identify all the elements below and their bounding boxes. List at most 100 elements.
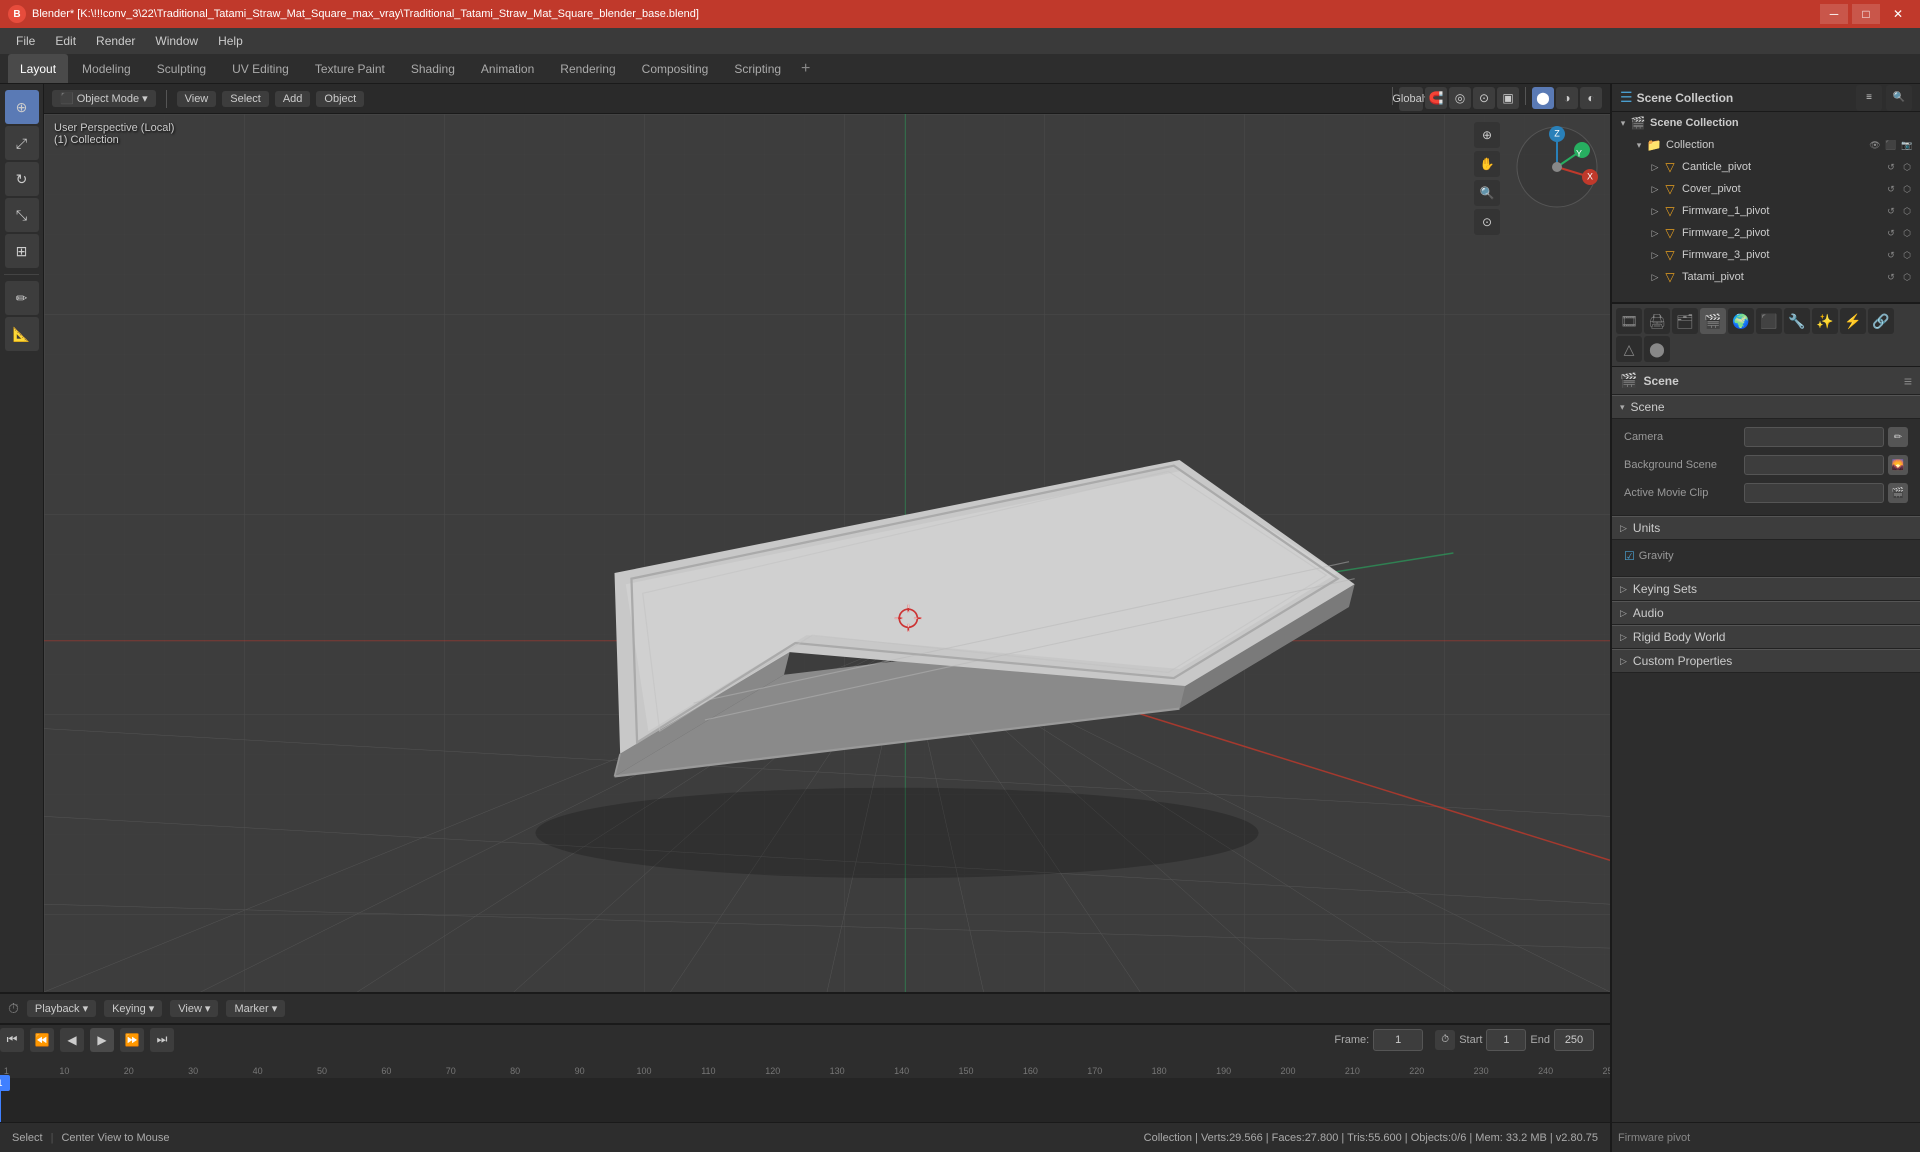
tatami-vis-icon[interactable]: ↺ (1884, 270, 1898, 284)
tab-shading[interactable]: Shading (399, 54, 467, 83)
firmware1-vis-icon[interactable]: ↺ (1884, 204, 1898, 218)
cover-vis-icon[interactable]: ↺ (1884, 182, 1898, 196)
firmware1-toggle[interactable]: ▷ (1648, 204, 1662, 218)
select-menu-button[interactable]: Select (222, 91, 269, 107)
viewport-tool-2[interactable]: ✋ (1474, 151, 1500, 177)
solid-shading-icon[interactable]: ⬤ (1532, 87, 1554, 109)
firmware2-vis-icon[interactable]: ↺ (1884, 226, 1898, 240)
constraints-properties-tab[interactable]: 🔗 (1868, 308, 1894, 334)
prev-keyframe-button[interactable]: ⏪ (30, 1028, 54, 1052)
measure-tool-button[interactable]: 📐 (5, 317, 39, 351)
keying-sets-section-header[interactable]: ▷ Keying Sets (1612, 577, 1920, 601)
collection-render-icon[interactable]: 📷 (1900, 138, 1914, 152)
minimize-button[interactable]: ─ (1820, 4, 1848, 24)
close-button[interactable]: ✕ (1884, 4, 1912, 24)
camera-value-field[interactable] (1744, 427, 1884, 447)
start-frame-input[interactable] (1486, 1029, 1526, 1051)
maximize-button[interactable]: □ (1852, 4, 1880, 24)
outliner-row-firmware3[interactable]: ▷ ▽ Firmware_3_pivot ↺ ⬡ (1612, 244, 1920, 266)
menu-render[interactable]: Render (88, 32, 143, 50)
viewport-tool-1[interactable]: ⊕ (1474, 122, 1500, 148)
add-workspace-button[interactable]: + (795, 60, 816, 78)
camera-edit-icon[interactable]: ✏ (1888, 427, 1908, 447)
viewport-3d[interactable]: ⬛ Object Mode ▾ View Select Add Object G… (44, 84, 1610, 992)
cursor-tool-button[interactable]: ⊕ (5, 90, 39, 124)
object-data-properties-tab[interactable]: △ (1616, 336, 1642, 362)
properties-options-button[interactable]: ≡ (1904, 373, 1912, 389)
firmware2-toggle[interactable]: ▷ (1648, 226, 1662, 240)
proportional-edit-icon[interactable]: ◎ (1449, 87, 1471, 109)
tab-scripting[interactable]: Scripting (722, 54, 793, 83)
tab-layout[interactable]: Layout (8, 54, 68, 83)
outliner-filter-button[interactable]: ≡ (1856, 85, 1882, 111)
xray-icon[interactable]: ▣ (1497, 87, 1519, 109)
rotate-tool-button[interactable]: ↻ (5, 162, 39, 196)
object-properties-tab[interactable]: ⬛ (1756, 308, 1782, 334)
modifier-properties-tab[interactable]: 🔧 (1784, 308, 1810, 334)
add-menu-button[interactable]: Add (275, 91, 311, 107)
snap-icon[interactable]: 🧲 (1425, 87, 1447, 109)
menu-help[interactable]: Help (210, 32, 251, 50)
tab-uv-editing[interactable]: UV Editing (220, 54, 301, 83)
material-preview-icon[interactable]: ◑ (1556, 87, 1578, 109)
physics-properties-tab[interactable]: ⚡ (1840, 308, 1866, 334)
jump-end-button[interactable]: ⏭ (150, 1028, 174, 1052)
menu-window[interactable]: Window (147, 32, 206, 50)
rendered-shading-icon[interactable]: ◐ (1580, 87, 1602, 109)
firmware3-mesh-icon[interactable]: ⬡ (1900, 248, 1914, 262)
viewport-tool-3[interactable]: 🔍 (1474, 180, 1500, 206)
tab-compositing[interactable]: Compositing (630, 54, 721, 83)
menu-edit[interactable]: Edit (47, 32, 84, 50)
scene-properties-tab[interactable]: 🎬 (1700, 308, 1726, 334)
outliner-row-collection[interactable]: ▾ 📁 Collection 👁 ⬛ 📷 (1612, 134, 1920, 156)
marker-menu-button[interactable]: Marker ▾ (226, 1000, 285, 1017)
outliner-search-button[interactable]: 🔍 (1886, 85, 1912, 111)
next-keyframe-button[interactable]: ⏩ (120, 1028, 144, 1052)
outliner-row-cover[interactable]: ▷ ▽ Cover_pivot ↺ ⬡ (1612, 178, 1920, 200)
material-properties-tab[interactable]: ⬤ (1644, 336, 1670, 362)
collection-visibility-icon[interactable]: 👁 (1868, 138, 1882, 152)
playback-menu-button[interactable]: Playback ▾ (27, 1000, 96, 1017)
active-movie-clip-value[interactable] (1744, 483, 1884, 503)
gravity-checkbox[interactable]: ☑ (1624, 549, 1635, 563)
outliner-row-scene-collection[interactable]: ▾ 🎬 Scene Collection (1612, 112, 1920, 134)
annotate-tool-button[interactable]: ✏ (5, 281, 39, 315)
cover-toggle[interactable]: ▷ (1648, 182, 1662, 196)
scene-collection-toggle[interactable]: ▾ (1616, 116, 1630, 130)
view-menu-timeline-button[interactable]: View ▾ (170, 1000, 218, 1017)
end-frame-input[interactable] (1554, 1029, 1594, 1051)
transform-tool-button[interactable]: ⊞ (5, 234, 39, 268)
object-menu-button[interactable]: Object (316, 91, 364, 107)
tatami-mesh-icon[interactable]: ⬡ (1900, 270, 1914, 284)
audio-section-header[interactable]: ▷ Audio (1612, 601, 1920, 625)
play-button[interactable]: ▶ (90, 1028, 114, 1052)
custom-properties-section-header[interactable]: ▷ Custom Properties (1612, 649, 1920, 673)
canticle-vis-icon[interactable]: ↺ (1884, 160, 1898, 174)
firmware3-toggle[interactable]: ▷ (1648, 248, 1662, 262)
jump-start-button[interactable]: ⏮ (0, 1028, 24, 1052)
collection-toggle[interactable]: ▾ (1632, 138, 1646, 152)
outliner-row-canticle[interactable]: ▷ ▽ Canticle_pivot ↺ ⬡ (1612, 156, 1920, 178)
background-scene-icon[interactable]: 🌄 (1888, 455, 1908, 475)
particles-properties-tab[interactable]: ✨ (1812, 308, 1838, 334)
move-tool-button[interactable]: ⤢ (5, 126, 39, 160)
outliner-row-firmware1[interactable]: ▷ ▽ Firmware_1_pivot ↺ ⬡ (1612, 200, 1920, 222)
tab-animation[interactable]: Animation (469, 54, 546, 83)
canticle-toggle[interactable]: ▷ (1648, 160, 1662, 174)
tab-rendering[interactable]: Rendering (548, 54, 627, 83)
canticle-mesh-icon[interactable]: ⬡ (1900, 160, 1914, 174)
outliner-row-firmware2[interactable]: ▷ ▽ Firmware_2_pivot ↺ ⬡ (1612, 222, 1920, 244)
scene-section-header[interactable]: ▾ Scene (1612, 395, 1920, 419)
current-frame-input[interactable] (1373, 1029, 1423, 1051)
tab-sculpting[interactable]: Sculpting (145, 54, 218, 83)
units-section-header[interactable]: ▷ Units (1612, 516, 1920, 540)
navigation-gizmo[interactable]: Y X Z (1512, 122, 1602, 212)
reverse-play-button[interactable]: ◀ (60, 1028, 84, 1052)
output-properties-tab[interactable]: 🖨 (1644, 308, 1670, 334)
rigid-body-world-section-header[interactable]: ▷ Rigid Body World (1612, 625, 1920, 649)
view-layer-properties-tab[interactable]: 🗂 (1672, 308, 1698, 334)
tab-texture-paint[interactable]: Texture Paint (303, 54, 397, 83)
cover-mesh-icon[interactable]: ⬡ (1900, 182, 1914, 196)
view-menu-button[interactable]: View (177, 91, 217, 107)
firmware2-mesh-icon[interactable]: ⬡ (1900, 226, 1914, 240)
